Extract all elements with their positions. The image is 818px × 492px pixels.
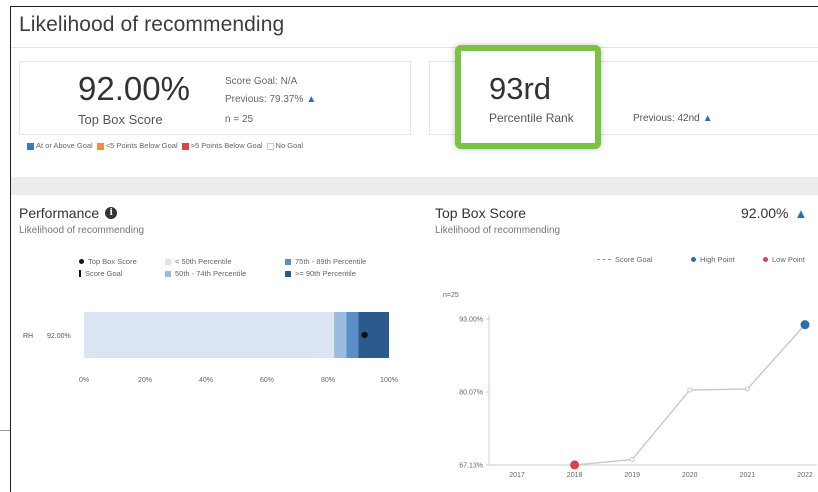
title-divider bbox=[11, 47, 818, 48]
top-box-score-value: 92.00% bbox=[78, 70, 190, 107]
performance-subtitle: Likelihood of recommending bbox=[19, 225, 145, 236]
legend-gte90-percentile: >= 90th Percentile bbox=[285, 269, 356, 278]
top-box-score-marker bbox=[361, 331, 368, 339]
red-dot-icon bbox=[763, 257, 768, 262]
x-tick-label: 40% bbox=[199, 377, 213, 384]
percentile-band-1 bbox=[334, 312, 347, 358]
percentile-rank-label: Percentile Rank bbox=[489, 111, 574, 125]
x-tick-label: 2019 bbox=[624, 472, 640, 479]
trend-up-icon: ▲ bbox=[702, 113, 713, 124]
goal-legend: At or Above Goal <5 Points Below Goal >5… bbox=[27, 141, 303, 150]
legend-50-74-percentile: 50th - 74th Percentile bbox=[165, 269, 246, 278]
y-tick-label: 67.13% bbox=[459, 463, 483, 470]
x-tick-label: 20% bbox=[138, 377, 152, 384]
legend-score-goal-line: Score Goal bbox=[597, 255, 653, 264]
x-tick-label: 100% bbox=[380, 377, 398, 384]
dashboard-panel: Likelihood of recommending 92.00% Top Bo… bbox=[10, 6, 818, 492]
y-tick-label: 80.07% bbox=[459, 390, 483, 397]
bar-row-value: 92.00% bbox=[47, 333, 71, 340]
score-goal-text: Score Goal: N/A bbox=[225, 76, 298, 87]
top-box-trend-subtitle: Likelihood of recommending bbox=[435, 225, 561, 236]
trend-up-icon: ▲ bbox=[306, 94, 317, 105]
legend-score-goal: Score Goal bbox=[79, 269, 123, 278]
low-point-marker bbox=[570, 460, 580, 470]
performance-title: Performance i bbox=[19, 205, 118, 221]
section-divider-band bbox=[11, 177, 818, 195]
mid-swatch-icon bbox=[165, 270, 171, 277]
dark-swatch-icon bbox=[285, 270, 291, 277]
y-tick-label: 93.00% bbox=[459, 317, 483, 324]
goal-tick-icon bbox=[79, 270, 81, 277]
performance-bar-chart: RH 92.00% 0% 20% 40% 60% 80% 100% bbox=[23, 312, 398, 384]
trend-up-icon: ▲ bbox=[794, 205, 808, 221]
x-tick-label: 2021 bbox=[740, 472, 756, 479]
x-tick-label: 2018 bbox=[567, 472, 583, 479]
top-box-score-card[interactable]: 92.00% Top Box Score Score Goal: N/A Pre… bbox=[19, 61, 411, 135]
legend-no-goal: No Goal bbox=[266, 141, 303, 150]
top-box-trend-value: 92.00% ▲ bbox=[741, 205, 808, 221]
data-point bbox=[629, 457, 635, 463]
empty-square-icon bbox=[266, 142, 274, 150]
legend-gt5-below-goal: >5 Points Below Goal bbox=[181, 141, 263, 150]
blue-dot-icon bbox=[691, 257, 696, 262]
red-square-icon bbox=[181, 142, 189, 150]
blue-swatch-icon bbox=[285, 258, 291, 265]
percentile-band-0 bbox=[84, 312, 335, 358]
data-point bbox=[687, 387, 693, 393]
high-point-marker bbox=[800, 320, 810, 330]
score-trend-line bbox=[574, 324, 806, 466]
legend-low-point: Low Point bbox=[763, 255, 805, 264]
light-swatch-icon bbox=[165, 258, 171, 265]
window-edge-stub bbox=[0, 430, 10, 431]
x-tick-label: 60% bbox=[260, 377, 274, 384]
info-icon[interactable]: i bbox=[105, 207, 118, 219]
percentile-rank-value: 93rd bbox=[489, 71, 552, 106]
sample-size-label: n=25 bbox=[443, 292, 459, 299]
legend-75-89-percentile: 75th - 89th Percentile bbox=[285, 257, 366, 266]
top-box-trend-chart: n=25 93.00% 80.07% 67.13% 2017 2018 2019 2020 20… bbox=[443, 292, 817, 479]
sample-size-text: n = 25 bbox=[225, 114, 254, 125]
blue-square-icon bbox=[27, 142, 34, 150]
top-box-score-label: Top Box Score bbox=[78, 112, 163, 127]
x-tick-label: 0% bbox=[79, 377, 89, 384]
bar-row-label: RH bbox=[23, 333, 33, 340]
previous-rank-text: Previous: 42nd ▲ bbox=[633, 113, 713, 124]
legend-lt5-below-goal: <5 Points Below Goal bbox=[96, 141, 178, 150]
black-dot-icon bbox=[79, 259, 84, 264]
legend-at-or-above-goal: At or Above Goal bbox=[27, 141, 93, 150]
data-point bbox=[744, 386, 750, 392]
legend-top-box-score: Top Box Score bbox=[79, 257, 137, 266]
dashed-line-icon bbox=[597, 259, 611, 260]
previous-score-text: Previous: 79.37% ▲ bbox=[225, 94, 317, 105]
x-tick-label: 2017 bbox=[509, 472, 525, 479]
x-tick-label: 80% bbox=[321, 377, 335, 384]
orange-square-icon bbox=[96, 142, 104, 150]
percentile-band-2 bbox=[346, 312, 359, 358]
top-box-trend-title: Top Box Score bbox=[435, 205, 527, 221]
legend-high-point: High Point bbox=[691, 255, 735, 264]
x-tick-label: 2020 bbox=[682, 472, 698, 479]
page-title: Likelihood of recommending bbox=[19, 13, 285, 36]
percentile-rank-highlight[interactable]: 93rd Percentile Rank bbox=[455, 45, 601, 149]
x-tick-label: 2022 bbox=[797, 472, 813, 479]
legend-lt50-percentile: < 50th Percentile bbox=[165, 257, 232, 266]
